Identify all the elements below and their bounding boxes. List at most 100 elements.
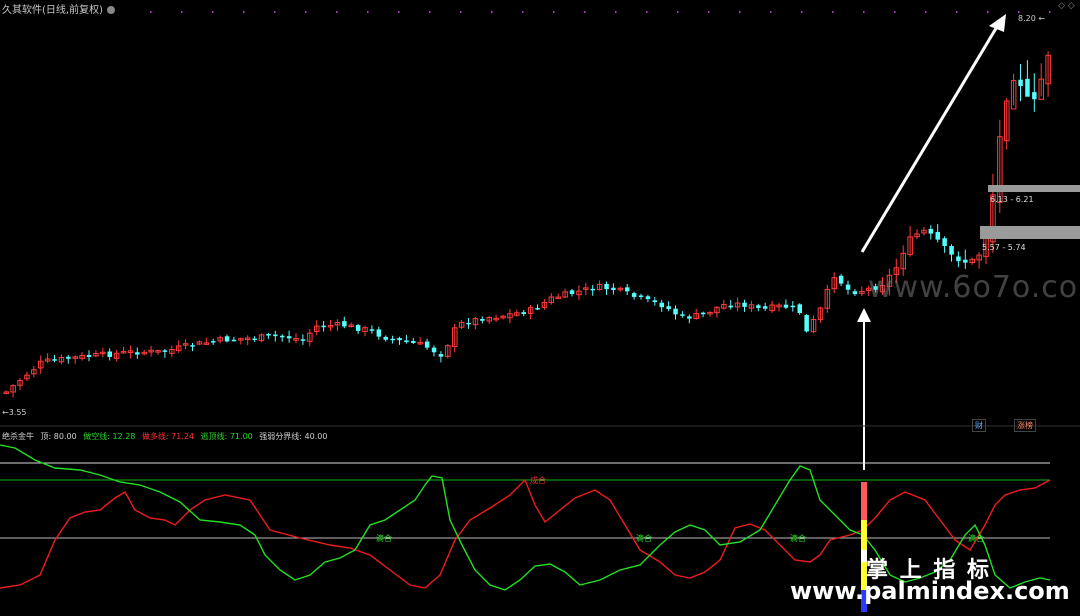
top-marker-dot (212, 11, 214, 13)
top-marker-dot (987, 11, 989, 13)
top-marker-dot (956, 11, 958, 13)
candle-body (107, 351, 112, 357)
candle-body (673, 308, 678, 315)
candle-body (390, 338, 395, 341)
marker-cross-2: 滴合 (376, 534, 392, 543)
top-marker-dot (646, 11, 648, 13)
candle-body (1018, 79, 1023, 86)
top-marker-dot (1018, 11, 1020, 13)
candle-body (411, 340, 416, 343)
candle-body (680, 314, 685, 316)
candle-body (321, 325, 326, 328)
candle-body (652, 300, 658, 303)
candle-body (569, 290, 575, 294)
candle-body (645, 296, 651, 300)
marker-cross-5: 滴合 (968, 534, 984, 543)
marker-cross-3: 滴合 (636, 534, 652, 543)
top-marker-dot (801, 11, 803, 13)
candle-body (404, 340, 409, 343)
low-price-label: ←3.55 (2, 408, 27, 417)
candle-body (300, 339, 306, 341)
zone-label-upper: 6.13 - 6.21 (990, 195, 1034, 204)
top-marker-dot (460, 11, 462, 13)
candle-body (376, 329, 382, 337)
candle-body (763, 306, 768, 309)
candle-body (942, 238, 947, 246)
top-marker-dot (770, 11, 772, 13)
candle-body (342, 321, 347, 327)
candle-body (687, 316, 692, 319)
top-marker-dot (522, 11, 524, 13)
candle-body (224, 336, 230, 342)
zone-bar-upper (988, 185, 1080, 192)
top-marker-dot (925, 11, 927, 13)
candle-body (424, 341, 430, 348)
candle-body (963, 259, 968, 263)
zone-bar-lower (980, 226, 1080, 239)
top-marker-dot (894, 11, 896, 13)
zone-label-lower: 5.57 - 5.74 (982, 243, 1026, 252)
low-price-value: 3.55 (8, 408, 27, 417)
indicator-escape-line: 逃顶线: 71.00 (200, 432, 253, 441)
top-marker-dot (1049, 11, 1051, 13)
candle-body (845, 284, 851, 290)
candle-body (438, 354, 444, 357)
news-badge[interactable]: 涨榜 (1014, 419, 1036, 432)
top-marker-dot (336, 11, 338, 13)
candle-body (266, 334, 271, 336)
candle-body (286, 336, 292, 339)
candle-body (756, 305, 761, 308)
signal-arrow-head (857, 308, 871, 322)
watermark-mid: www.6o7o.com (868, 270, 1080, 305)
candle-body (162, 350, 168, 352)
candle-body (252, 338, 257, 341)
candle-body (852, 291, 858, 295)
candle-body (590, 288, 595, 291)
candle-body (700, 312, 706, 315)
finance-badge[interactable]: 财 (972, 419, 986, 432)
top-marker-dot (677, 11, 679, 13)
candle-body (956, 256, 961, 262)
candle-body (231, 339, 237, 342)
top-marker-dot (708, 11, 710, 13)
top-marker-dot (398, 11, 400, 13)
indicator-legend: 绝杀金牛 顶: 80.00 做空线: 12.28 做多线: 71.24 逃顶线:… (2, 431, 331, 442)
top-marker-dot (367, 11, 369, 13)
indicator-divider-line: 强弱分界线: 40.00 (259, 432, 328, 441)
candle-body (383, 336, 388, 340)
candle-body (273, 334, 278, 337)
candle-body (666, 306, 671, 309)
top-marker-dot (150, 11, 152, 13)
candle-body (838, 275, 844, 284)
top-marker-dot (181, 11, 183, 13)
top-marker-dot (491, 11, 493, 13)
indicator-top: 顶: 80.00 (40, 432, 77, 441)
candle-body (397, 338, 402, 341)
candle-body (728, 305, 733, 308)
candle-body (928, 228, 934, 234)
high-price-label: 8.20 ← (1018, 14, 1046, 23)
candle-body (190, 345, 195, 347)
candle-body (1032, 92, 1037, 100)
top-marker-dot (832, 11, 834, 13)
top-marker-dot (243, 11, 245, 13)
candle-body (1025, 78, 1030, 97)
candle-body (86, 355, 92, 357)
candle-body (742, 302, 747, 307)
candle-body (659, 302, 664, 308)
watermark-url: www.palmindex.com (790, 577, 1070, 605)
top-marker-dot (429, 11, 431, 13)
high-price-value: 8.20 (1018, 14, 1036, 23)
candle-body (783, 304, 789, 308)
marker-cross-4: 滴合 (790, 534, 806, 543)
candle-body (280, 335, 285, 338)
candle-body (638, 295, 644, 298)
candle-body (604, 283, 609, 290)
top-markers (150, 11, 1051, 13)
candle-body (949, 246, 954, 255)
chart-window: 久其软件(日线,前复权) ◇ ◇ 8.20 ← ←3.55 6.13 - 6.2… (0, 0, 1080, 616)
candle-body (480, 318, 485, 321)
price-chart-canvas[interactable] (0, 0, 1080, 616)
candle-body (52, 359, 57, 361)
candle-body (804, 315, 809, 332)
